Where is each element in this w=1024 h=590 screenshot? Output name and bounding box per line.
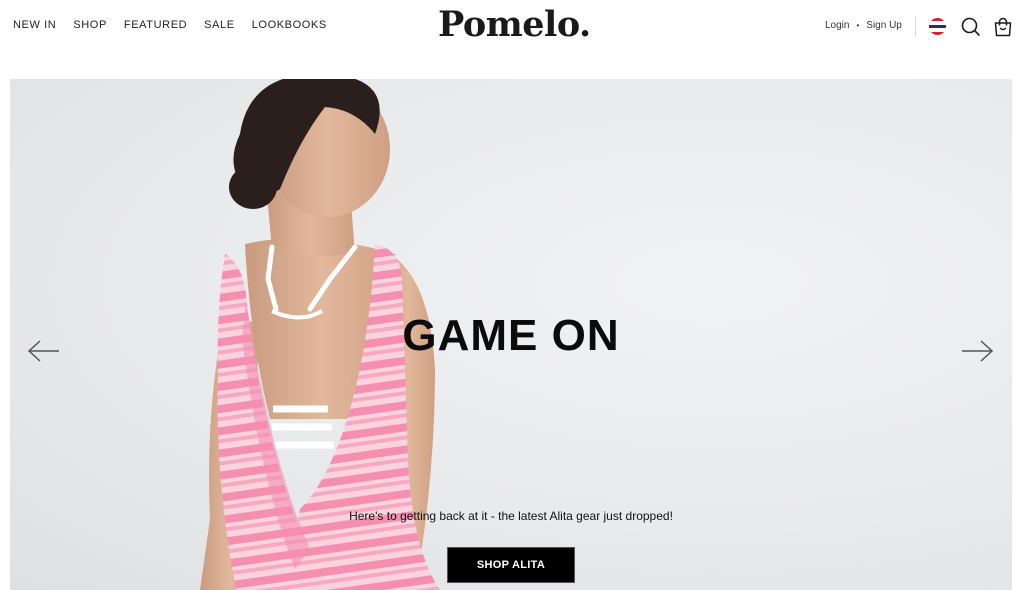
nav-item-sale[interactable]: SALE xyxy=(204,19,235,31)
nav-item-shop[interactable]: SHOP xyxy=(73,19,107,31)
brand-logo[interactable]: Pomelo. xyxy=(438,4,591,45)
main-nav: NEW IN SHOP FEATURED SALE LOOKBOOKS xyxy=(13,19,327,31)
hero-banner[interactable]: GAME ON Here's to getting back at it - t… xyxy=(10,79,1012,590)
search-icon[interactable] xyxy=(960,16,982,38)
login-link[interactable]: Login xyxy=(825,20,849,31)
header-divider xyxy=(915,17,916,37)
site-header: NEW IN SHOP FEATURED SALE LOOKBOOKS Pome… xyxy=(0,0,1024,60)
hero-title: GAME ON xyxy=(402,311,620,360)
account-links: Login • Sign Up xyxy=(825,20,902,31)
account-separator: • xyxy=(856,21,860,30)
hero-subtitle: Here's to getting back at it - the lates… xyxy=(349,509,673,523)
nav-item-new-in[interactable]: NEW IN xyxy=(13,19,56,31)
nav-item-lookbooks[interactable]: LOOKBOOKS xyxy=(252,19,327,31)
thailand-flag-icon[interactable] xyxy=(929,18,946,35)
signup-link[interactable]: Sign Up xyxy=(866,20,902,31)
nav-item-featured[interactable]: FEATURED xyxy=(124,19,187,31)
shopping-bag-icon[interactable] xyxy=(992,16,1014,38)
shop-alita-button[interactable]: SHOP ALITA xyxy=(447,547,575,583)
